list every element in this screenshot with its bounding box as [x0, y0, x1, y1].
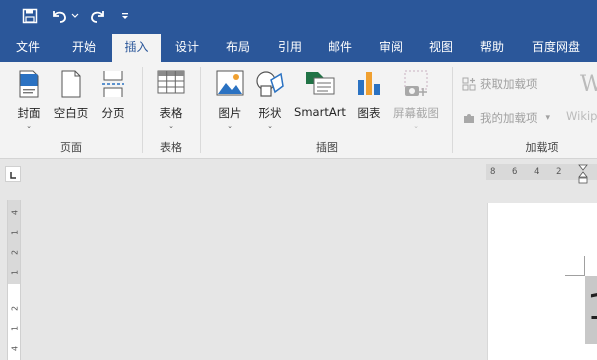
customize-qat-icon[interactable]	[118, 6, 132, 26]
get-addins-button[interactable]: 获取加载项	[462, 75, 538, 93]
ruler-tick: 4	[10, 209, 20, 216]
group-label-addins: 加载项	[525, 141, 559, 154]
table-icon	[157, 70, 185, 98]
shapes-label: 形状	[258, 106, 282, 120]
tab-review[interactable]: 审阅	[369, 33, 413, 62]
my-addins-button[interactable]: 我的加载项 ▾	[462, 109, 550, 127]
picture-icon	[216, 70, 244, 100]
page-text-content: 1	[587, 288, 597, 328]
tab-mailings[interactable]: 邮件	[318, 33, 362, 62]
tab-design[interactable]: 设计	[166, 33, 208, 62]
group-separator	[142, 67, 143, 153]
tab-home[interactable]: 开始	[62, 33, 106, 62]
group-label-tables: 表格	[160, 141, 182, 154]
chart-button[interactable]: 图表	[350, 64, 388, 130]
wikipedia-icon: W	[580, 72, 597, 97]
smartart-icon	[304, 70, 336, 100]
ribbon-insert: 封面 ⌄ 空白页 分页 页面 表格 ⌄ 表格 图片 ⌄ 形状 ⌄ SmartAr…	[0, 62, 597, 159]
ruler-tick: 4	[534, 167, 540, 177]
tab-file[interactable]: 文件	[6, 33, 50, 62]
chevron-down-icon: ⌄	[267, 122, 273, 130]
ruler-tick: 1	[10, 229, 20, 236]
smartart-label: SmartArt	[294, 105, 346, 119]
table-button[interactable]: 表格 ⌄	[148, 64, 194, 130]
page-break-icon	[101, 70, 125, 102]
chart-label: 图表	[357, 106, 381, 120]
ruler-tick: 4	[10, 345, 20, 352]
ruler-tick: 2	[10, 305, 20, 312]
ruler-tick: 1	[10, 325, 20, 332]
tab-layout[interactable]: 布局	[216, 33, 260, 62]
indent-marker-handle[interactable]	[578, 164, 588, 188]
my-addins-icon	[464, 114, 474, 123]
horizontal-ruler[interactable]: 8 6 4 2	[486, 164, 597, 184]
my-addins-label: 我的加载项	[480, 111, 538, 125]
group-label-pages: 页面	[60, 141, 82, 154]
save-icon[interactable]	[20, 6, 40, 26]
chevron-down-icon: ⌄	[227, 122, 233, 130]
screenshot-button[interactable]: 屏幕截图 ⌄	[388, 64, 444, 130]
chart-icon	[356, 70, 382, 100]
cover-page-button[interactable]: 封面 ⌄	[8, 64, 50, 130]
tab-insert[interactable]: 插入	[112, 34, 161, 62]
ribbon-tab-bar: 文件 开始 插入 设计 布局 引用 邮件 审阅 视图 帮助 百度网盘	[0, 33, 597, 62]
screenshot-icon	[402, 70, 430, 102]
get-addins-label: 获取加载项	[480, 77, 538, 91]
smartart-button[interactable]: SmartArt	[290, 64, 350, 130]
wikipedia-label: Wikip	[566, 109, 597, 123]
blank-page-button[interactable]: 空白页	[50, 64, 92, 130]
cover-page-label: 封面	[17, 106, 41, 120]
left-tab-icon	[10, 172, 16, 179]
ruler-tick: 2	[10, 249, 20, 256]
tab-references[interactable]: 引用	[268, 33, 312, 62]
chevron-down-icon: ⌄	[168, 122, 174, 130]
table-label: 表格	[159, 106, 183, 120]
cover-page-icon	[18, 70, 40, 102]
page-text[interactable]: 1	[585, 276, 597, 344]
vertical-ruler[interactable]: 4 1 2 1 2 1 4	[7, 200, 21, 360]
chevron-down-icon: ⌄	[413, 122, 419, 130]
chevron-down-icon: ▾	[545, 113, 551, 123]
word-window: 文件 开始 插入 设计 布局 引用 邮件 审阅 视图 帮助 百度网盘 封面 ⌄ …	[0, 0, 597, 360]
group-separator	[200, 67, 201, 153]
ruler-tick: 8	[490, 167, 496, 177]
tab-baidu-netdisk[interactable]: 百度网盘	[524, 33, 588, 62]
screenshot-label: 屏幕截图	[393, 106, 439, 120]
picture-button[interactable]: 图片 ⌄	[210, 64, 250, 130]
ruler-tick: 1	[10, 269, 20, 276]
store-icon	[462, 77, 476, 91]
undo-icon[interactable]	[49, 6, 69, 26]
page-break-button[interactable]: 分页	[92, 64, 134, 130]
tab-selector[interactable]	[5, 166, 21, 182]
ruler-tick: 2	[556, 167, 562, 177]
shapes-icon	[255, 70, 285, 102]
picture-label: 图片	[218, 106, 242, 120]
group-label-illustrations: 插图	[316, 141, 338, 154]
tab-view[interactable]: 视图	[419, 33, 463, 62]
document-page[interactable]	[487, 203, 597, 360]
tab-help[interactable]: 帮助	[470, 33, 514, 62]
blank-page-icon	[60, 70, 82, 102]
chevron-down-icon: ⌄	[26, 122, 32, 130]
ruler-tick: 6	[512, 167, 518, 177]
page-break-label: 分页	[101, 106, 125, 120]
shapes-button[interactable]: 形状 ⌄	[250, 64, 290, 130]
margin-crop-mark	[584, 256, 585, 276]
wikipedia-addin-button[interactable]: W Wikip	[566, 68, 597, 132]
quick-access-toolbar	[0, 0, 597, 33]
margin-crop-mark	[565, 275, 585, 276]
undo-dropdown-chevron-icon[interactable]	[70, 6, 80, 26]
group-separator	[452, 67, 453, 153]
blank-page-label: 空白页	[53, 106, 89, 120]
redo-icon[interactable]	[88, 6, 108, 26]
